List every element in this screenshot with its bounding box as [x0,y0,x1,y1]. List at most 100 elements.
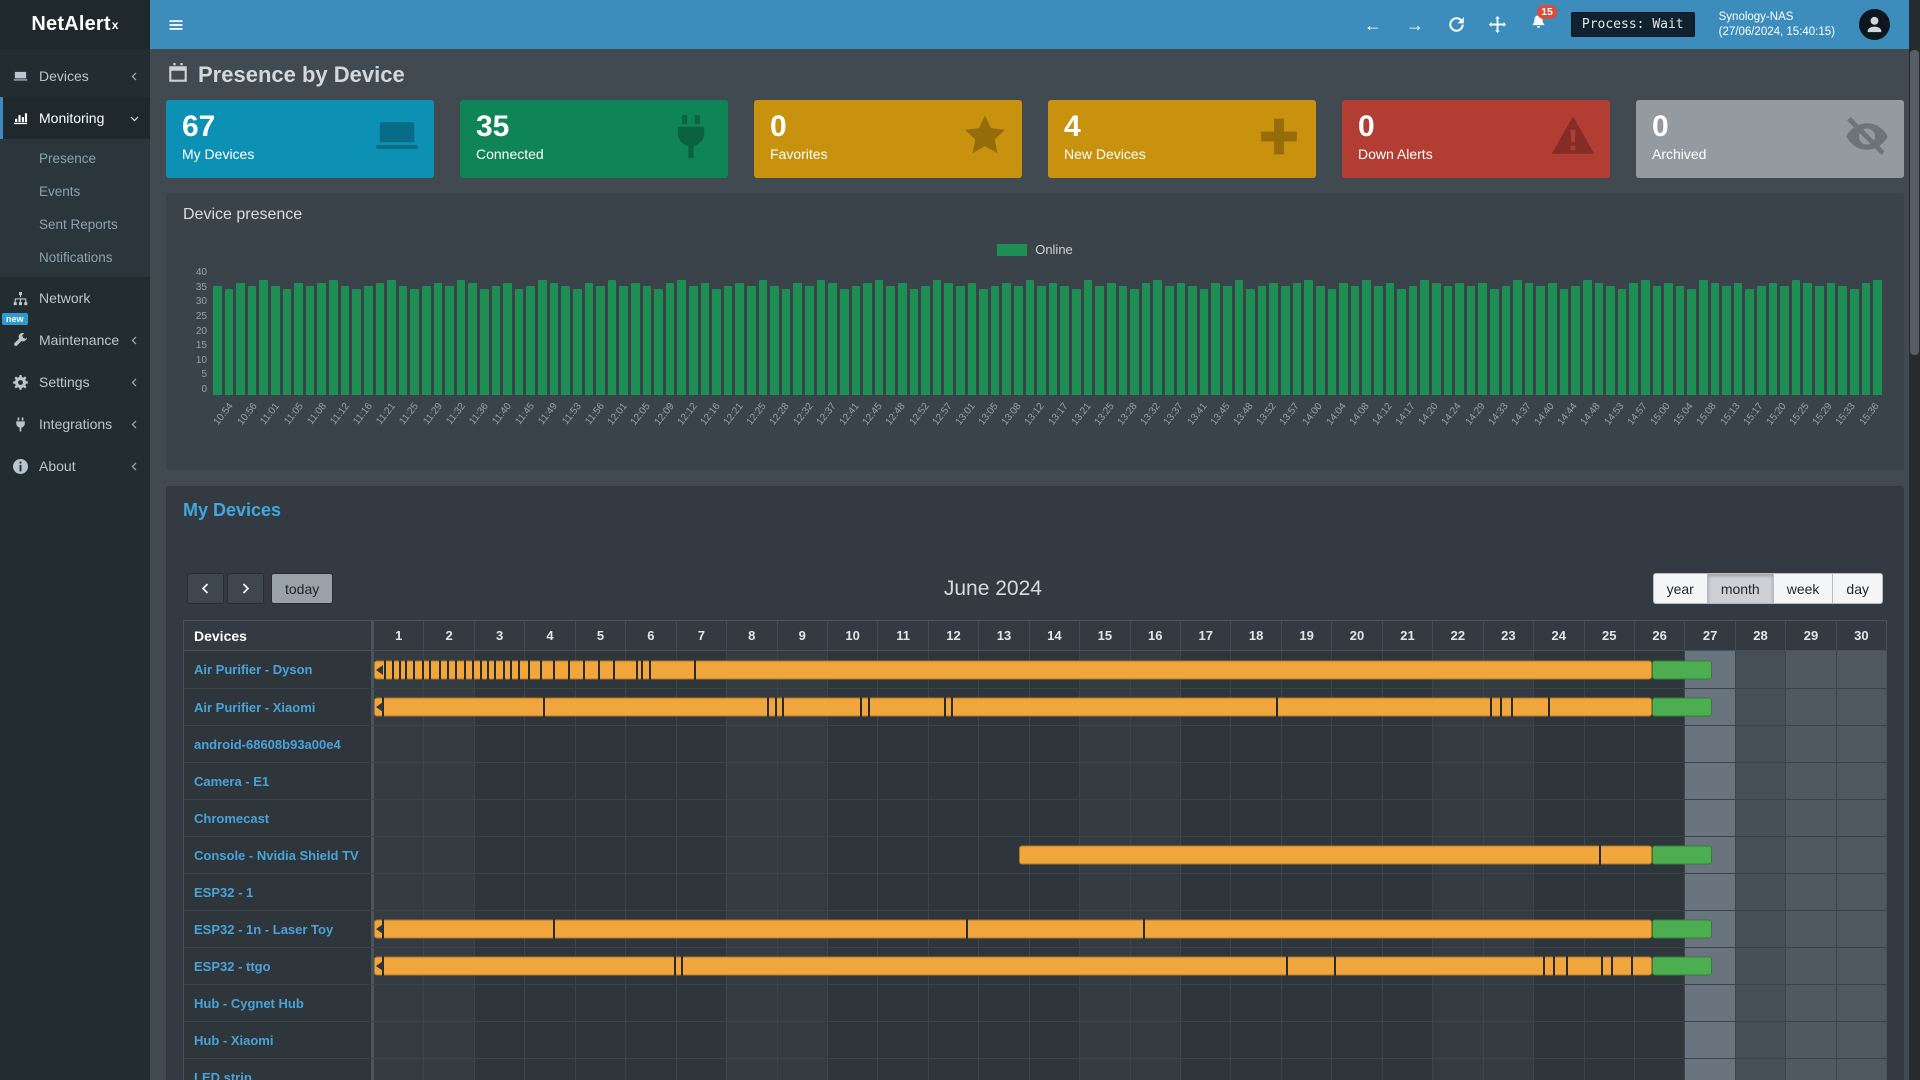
day-cell [978,726,1028,762]
device-name-link[interactable]: Air Purifier - Dyson [184,651,374,688]
stat-card-my-devices[interactable]: 67My Devices [166,100,434,178]
presence-bar-online[interactable] [374,698,1652,717]
presence-bar-online[interactable] [374,660,1652,679]
device-name-link[interactable]: Hub - Cygnet Hub [184,985,374,1021]
day-cell [1180,874,1230,910]
presence-bar-recent[interactable] [1652,698,1712,717]
x-tick-label: 11:56 [583,401,607,427]
chart-bar [1560,289,1569,395]
x-tick-label: 15:13 [1718,401,1742,427]
day-cell [1130,874,1180,910]
day-cell [1634,800,1684,836]
app-logo[interactable]: NetAlertx [0,0,150,49]
sidebar-item-label: Devices [39,68,89,84]
chart-bar [410,289,419,395]
device-name-link[interactable]: ESP32 - 1 [184,874,374,910]
chart-bar [689,286,698,395]
nav-forward-icon[interactable]: → [1406,16,1424,34]
sidebar-item-devices[interactable]: Devices [0,55,150,97]
view-switcher: yearmonthweekday [1653,573,1883,604]
chart-bar [1664,283,1673,395]
x-tick-label: 14:24 [1440,401,1464,427]
sidebar-item-settings[interactable]: Settings [0,361,150,403]
chart-bar [875,280,884,395]
device-name-link[interactable]: ESP32 - ttgo [184,948,374,984]
scrollbar-thumb[interactable] [1910,50,1919,355]
sidebar-subitem-events[interactable]: Events [0,175,150,208]
device-name-link[interactable]: Hub - Xiaomi [184,1022,374,1058]
today-button[interactable]: today [271,573,333,604]
presence-bar-online[interactable] [1019,846,1652,865]
stat-card-archived[interactable]: 0Archived [1636,100,1904,178]
chart-bar [1827,283,1836,395]
chart-bar [1536,286,1545,395]
device-name-link[interactable]: Chromecast [184,800,374,836]
user-avatar[interactable] [1859,9,1890,40]
presence-bar-recent[interactable] [1652,957,1712,976]
notification-count-badge: 15 [1537,5,1557,19]
device-name-link[interactable]: Camera - E1 [184,763,374,799]
chart-legend[interactable]: Online [183,242,1887,257]
day-cell [625,1022,675,1058]
sidebar-item-maintenance[interactable]: newMaintenance [0,319,150,361]
day-header: 2 [423,621,473,650]
scrollbar[interactable] [1909,0,1920,1080]
view-day-button[interactable]: day [1833,573,1883,604]
device-timeline: Devices123456789101112131415161718192021… [183,620,1887,1080]
day-cell [777,837,827,873]
sidebar-toggle-button[interactable] [150,0,202,49]
day-cell [1836,911,1886,947]
stat-card-connected[interactable]: 35Connected [460,100,728,178]
stat-card-new-devices[interactable]: 4New Devices [1048,100,1316,178]
chart-bar [329,280,338,395]
device-name-link[interactable]: ESP32 - 1n - Laser Toy [184,911,374,947]
day-cell [1130,1059,1180,1080]
day-cell [1382,763,1432,799]
device-name-link[interactable]: android-68608b93a00e4 [184,726,374,762]
day-cell [1836,800,1886,836]
day-cell [1130,800,1180,836]
timeline-row: Air Purifier - Dyson [184,651,1886,688]
chevron-left-icon [129,335,140,346]
view-year-button[interactable]: year [1653,573,1708,604]
presence-bar-recent[interactable] [1652,846,1712,865]
stat-card-favorites[interactable]: 0Favorites [754,100,1022,178]
device-name-link[interactable]: LED strip [184,1059,374,1080]
day-cell [1382,985,1432,1021]
x-tick: 14:29 [1464,399,1487,457]
chart-bar [921,286,930,395]
day-cell [374,800,423,836]
sidebar-subitem-sent-reports[interactable]: Sent Reports [0,208,150,241]
presence-bar-online[interactable] [374,957,1652,976]
x-tick-label: 12:32 [791,401,815,427]
device-presence-panel: Device presence Online 4035302520151050 … [166,193,1904,470]
nav-back-icon[interactable]: ← [1364,16,1382,34]
day-cell [928,726,978,762]
sidebar-subitem-notifications[interactable]: Notifications [0,241,150,274]
prev-button[interactable] [187,573,224,604]
device-name-link[interactable]: Air Purifier - Xiaomi [184,689,374,725]
sidebar-subitem-presence[interactable]: Presence [0,142,150,175]
presence-bar-online[interactable] [374,920,1652,939]
stat-card-down-alerts[interactable]: 0Down Alerts [1342,100,1610,178]
day-cell [978,985,1028,1021]
notifications-button[interactable]: 15 [1530,14,1547,36]
day-cell [1836,948,1886,984]
refresh-icon[interactable] [1448,16,1465,33]
presence-bar-recent[interactable] [1652,660,1712,679]
sidebar-item-monitoring[interactable]: Monitoring [0,97,150,139]
presence-bar-recent[interactable] [1652,920,1712,939]
sidebar-item-about[interactable]: About [0,445,150,487]
device-name-link[interactable]: Console - Nvidia Shield TV [184,837,374,873]
host-timestamp: (27/06/2024, 15:40:15) [1719,25,1835,40]
day-header: 16 [1130,621,1180,650]
x-tick-label: 12:37 [814,401,838,427]
view-week-button[interactable]: week [1774,573,1834,604]
sidebar-item-integrations[interactable]: Integrations [0,403,150,445]
day-cell [625,837,675,873]
day-cell [1836,726,1886,762]
view-month-button[interactable]: month [1708,573,1774,604]
timeline-lane [374,800,1886,836]
next-button[interactable] [227,573,264,604]
move-icon[interactable] [1489,16,1506,33]
